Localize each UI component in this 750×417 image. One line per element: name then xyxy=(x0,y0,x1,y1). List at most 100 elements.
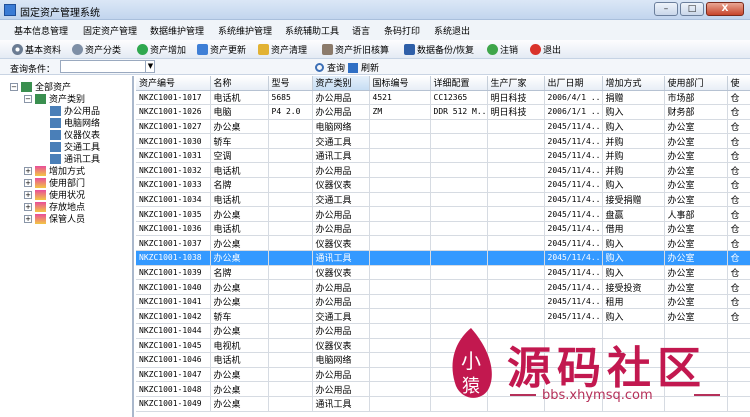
table-cell[interactable]: NKZC1001-1027 xyxy=(136,119,211,135)
tree-node-custodian[interactable]: + 保管人员 xyxy=(24,212,85,225)
table-cell[interactable] xyxy=(602,396,665,412)
table-cell[interactable] xyxy=(430,119,488,135)
table-cell[interactable]: 办公桌 xyxy=(210,396,269,412)
table-cell[interactable] xyxy=(268,381,313,397)
table-cell[interactable]: 电话机 xyxy=(210,352,269,368)
table-cell[interactable] xyxy=(268,352,313,368)
table-cell[interactable] xyxy=(487,206,545,222)
table-cell[interactable]: 2045/11/4... xyxy=(544,308,603,324)
table-cell[interactable] xyxy=(544,367,603,383)
table-cell[interactable]: 接受投资 xyxy=(602,279,665,295)
table-cell[interactable] xyxy=(727,338,750,354)
table-cell[interactable] xyxy=(602,381,665,397)
table-cell[interactable]: 仓 xyxy=(727,235,750,252)
table-cell[interactable] xyxy=(268,177,313,193)
column-header[interactable]: 国标编号 xyxy=(369,76,431,91)
table-cell[interactable] xyxy=(727,381,750,397)
expand-icon[interactable]: + xyxy=(24,166,32,175)
table-cell[interactable]: 办公室 xyxy=(664,133,728,149)
table-cell[interactable]: 办公桌 xyxy=(210,206,269,222)
table-cell[interactable] xyxy=(487,338,545,354)
logout-button[interactable]: 注销 xyxy=(487,42,518,57)
table-cell[interactable] xyxy=(268,250,313,266)
table-cell[interactable] xyxy=(369,177,431,193)
table-cell[interactable] xyxy=(664,381,728,397)
table-cell[interactable]: 2045/11/4... xyxy=(544,162,603,179)
table-cell[interactable]: DDR 512 M... xyxy=(430,104,488,120)
table-cell[interactable]: 2045/11/4... xyxy=(544,192,603,208)
table-cell[interactable] xyxy=(268,221,313,237)
table-cell[interactable] xyxy=(430,250,488,266)
table-cell[interactable] xyxy=(369,192,431,208)
table-cell[interactable]: 人事部 xyxy=(664,206,728,222)
table-cell[interactable]: 电脑网络 xyxy=(312,352,370,368)
menu-language[interactable]: 语言 xyxy=(352,24,370,37)
table-cell[interactable] xyxy=(430,323,488,339)
table-cell[interactable]: 盘赢 xyxy=(602,206,665,222)
table-cell[interactable] xyxy=(664,323,728,339)
table-cell[interactable] xyxy=(268,294,313,310)
column-header[interactable]: 出厂日期 xyxy=(544,76,603,91)
table-cell[interactable]: 并购 xyxy=(602,162,665,179)
table-cell[interactable]: NKZC1001-1032 xyxy=(136,162,211,179)
table-row[interactable]: NKZC1001-1039 名牌 仪器仪表 2045/11/4... 购入 办公室仓 xyxy=(136,265,750,281)
table-cell[interactable] xyxy=(369,338,431,354)
collapse-icon[interactable]: − xyxy=(24,94,32,103)
table-row[interactable]: NKZC1001-1027 办公桌 电脑网络 2045/11/4... 购入 办公室仓 xyxy=(136,119,750,135)
table-cell[interactable]: NKZC1001-1039 xyxy=(136,265,211,281)
table-cell[interactable]: 名牌 xyxy=(210,265,269,281)
table-cell[interactable]: NKZC1001-1047 xyxy=(136,367,211,383)
table-cell[interactable] xyxy=(369,119,431,135)
table-cell[interactable] xyxy=(430,148,488,164)
table-cell[interactable]: NKZC1001-1036 xyxy=(136,221,211,237)
table-cell[interactable]: NKZC1001-1042 xyxy=(136,308,211,324)
table-row[interactable]: NKZC1001-1034 电话机 交通工具 2045/11/4... 接受捐赠 办公室仓 xyxy=(136,192,750,208)
table-cell[interactable]: 仓 xyxy=(727,162,750,179)
table-cell[interactable]: 接受捐赠 xyxy=(602,192,665,208)
column-header[interactable]: 生产厂家 xyxy=(487,76,545,91)
table-cell[interactable]: 办公桌 xyxy=(210,119,269,135)
table-cell[interactable] xyxy=(268,279,313,295)
table-cell[interactable]: 仪器仪表 xyxy=(312,177,370,193)
table-cell[interactable]: 办公室 xyxy=(664,294,728,310)
table-cell[interactable] xyxy=(369,265,431,281)
search-button[interactable]: 查询 xyxy=(315,61,345,74)
table-cell[interactable]: 电视机 xyxy=(210,338,269,354)
table-cell[interactable]: 通讯工具 xyxy=(312,396,370,412)
table-cell[interactable]: 2045/11/4... xyxy=(544,148,603,164)
table-cell[interactable]: 购入 xyxy=(602,235,665,252)
expand-icon[interactable]: + xyxy=(24,190,32,199)
table-cell[interactable]: 仓 xyxy=(727,265,750,281)
column-header[interactable]: 增加方式 xyxy=(602,76,665,91)
asset-category-button[interactable]: 资产分类 xyxy=(72,42,121,57)
table-cell[interactable]: 轿车 xyxy=(210,308,269,324)
table-row[interactable]: NKZC1001-1035 办公桌 办公用品 2045/11/4... 盘赢 人事部仓 xyxy=(136,206,750,222)
table-cell[interactable] xyxy=(544,381,603,397)
table-cell[interactable]: 空调 xyxy=(210,148,269,164)
table-cell[interactable] xyxy=(268,308,313,324)
table-cell[interactable] xyxy=(430,221,488,237)
table-cell[interactable] xyxy=(487,221,545,237)
table-cell[interactable]: 仓 xyxy=(727,104,750,120)
table-cell[interactable] xyxy=(487,381,545,397)
table-cell[interactable] xyxy=(430,396,488,412)
expand-icon[interactable]: + xyxy=(24,214,32,223)
table-cell[interactable]: 交通工具 xyxy=(312,192,370,208)
table-cell[interactable] xyxy=(727,352,750,368)
table-cell[interactable]: 仪器仪表 xyxy=(312,338,370,354)
collapse-icon[interactable]: − xyxy=(10,82,18,91)
table-cell[interactable]: 办公室 xyxy=(664,235,728,252)
table-cell[interactable]: 办公用品 xyxy=(312,206,370,222)
table-cell[interactable] xyxy=(369,250,431,266)
table-cell[interactable]: 办公室 xyxy=(664,192,728,208)
table-cell[interactable]: 购入 xyxy=(602,104,665,120)
asset-add-button[interactable]: 资产增加 xyxy=(137,42,186,57)
column-header[interactable]: 资产编号 xyxy=(136,76,211,91)
table-cell[interactable] xyxy=(369,308,431,324)
table-cell[interactable] xyxy=(430,352,488,368)
table-cell[interactable] xyxy=(430,294,488,310)
table-cell[interactable] xyxy=(369,381,431,397)
table-row[interactable]: NKZC1001-1049 办公桌 通讯工具 xyxy=(136,396,750,412)
table-cell[interactable] xyxy=(544,396,603,412)
column-header[interactable]: 使 xyxy=(727,76,750,91)
